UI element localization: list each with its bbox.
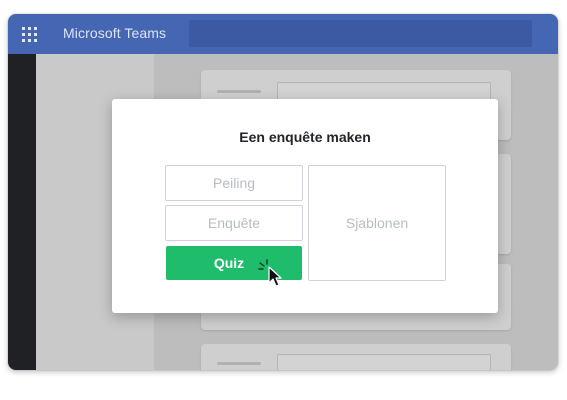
templates-option-button[interactable]: Sjablonen — [308, 165, 446, 281]
placeholder-line — [217, 362, 261, 365]
survey-option-button[interactable]: Enquête — [165, 205, 303, 241]
placeholder-field — [277, 354, 491, 370]
app-launcher-icon[interactable] — [22, 27, 37, 42]
mouse-cursor-icon — [268, 266, 282, 287]
title-bar: Microsoft Teams — [8, 14, 558, 54]
placeholder-line — [217, 90, 261, 93]
background-card — [201, 344, 511, 370]
poll-option-button[interactable]: Peiling — [165, 165, 303, 201]
app-title: Microsoft Teams — [63, 25, 167, 41]
left-app-rail — [8, 54, 36, 370]
quiz-label: Quiz — [213, 255, 245, 271]
create-survey-dialog: Een enquête maken Peiling Enquête Sjablo… — [112, 99, 498, 313]
dialog-title: Een enquête maken — [239, 129, 371, 145]
search-input[interactable] — [189, 20, 532, 47]
